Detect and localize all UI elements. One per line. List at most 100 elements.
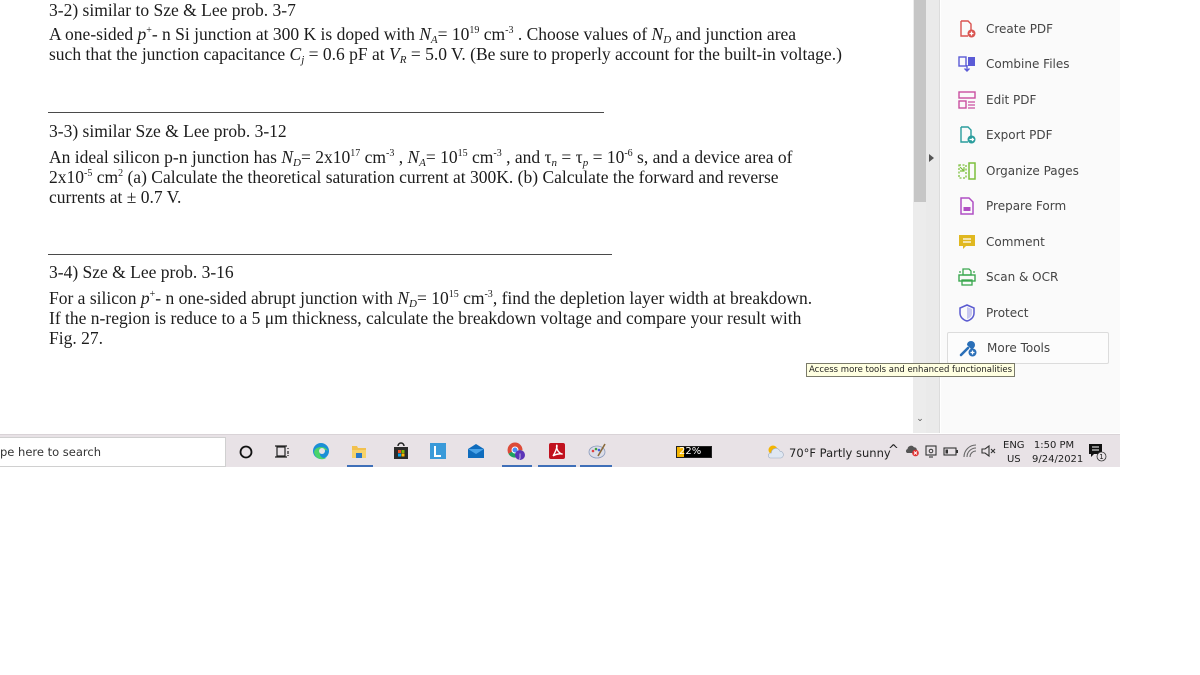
windows-taskbar: pe here to search J 22% 70°F Partly sunn… xyxy=(0,434,1120,467)
protect-icon xyxy=(958,304,976,322)
text-run: cm xyxy=(458,288,485,308)
text-run: cm xyxy=(479,24,506,44)
scan-ocr-icon xyxy=(958,268,976,286)
file-explorer-icon[interactable] xyxy=(348,440,370,462)
problem-text-line: Fig. 27. xyxy=(49,328,812,348)
italic-symbol: N xyxy=(281,147,294,167)
tool-label: Organize Pages xyxy=(986,164,1079,178)
problem-text-line: 2x10-5 cm2 (a) Calculate the theoretical… xyxy=(49,167,793,187)
task-view-icon[interactable] xyxy=(272,440,294,462)
separator-line xyxy=(48,254,612,255)
organize-pages-icon xyxy=(958,162,976,180)
tool-export-pdf[interactable]: Export PDF xyxy=(947,119,1109,151)
pdf-document-view[interactable]: 3-2) similar to Sze & Lee prob. 3-7 A on… xyxy=(0,0,912,433)
tool-prepare-form[interactable]: Prepare Form xyxy=(947,190,1109,222)
cortana-icon[interactable] xyxy=(235,440,257,462)
text-run: = 10 xyxy=(437,24,470,44)
export-pdf-icon xyxy=(958,126,976,144)
italic-symbol: N xyxy=(651,24,664,44)
problem-heading: 3-2) similar to Sze & Lee prob. 3-7 xyxy=(49,0,296,20)
problem-text-line: such that the junction capacitance Cj = … xyxy=(49,44,842,66)
tool-more-tools[interactable]: More Tools xyxy=(947,332,1109,364)
clock-date: 9/24/2021 xyxy=(1032,454,1084,465)
problem-text-line: A one-sided p+- n Si junction at 300 K i… xyxy=(49,24,842,46)
italic-symbol: N xyxy=(419,24,431,44)
italic-symbol: N xyxy=(397,288,409,308)
battery-percent-label: 22% xyxy=(679,446,702,457)
text-run: = 10 xyxy=(416,288,449,308)
weather-text[interactable]: 70°F Partly sunny xyxy=(789,446,891,460)
text-run: An ideal silicon p-n junction has xyxy=(49,147,282,167)
tool-create-pdf[interactable]: Create PDF xyxy=(947,13,1109,45)
paint-icon[interactable] xyxy=(586,440,608,462)
problem-heading: 3-4) Sze & Lee prob. 3-16 xyxy=(49,262,234,282)
problem-text-line: An ideal silicon p-n junction has ND= 2x… xyxy=(49,147,793,169)
text-run: s, and a device area of xyxy=(632,147,793,167)
meet-now-icon[interactable] xyxy=(924,443,938,459)
text-run: and junction area xyxy=(671,24,797,44)
microsoft-store-icon[interactable] xyxy=(390,440,412,462)
text-run: For a silicon xyxy=(49,288,141,308)
create-pdf-icon xyxy=(958,20,976,38)
tool-label: Create PDF xyxy=(986,22,1054,36)
action-center-icon[interactable]: 1 xyxy=(1086,441,1108,463)
tool-label: Protect xyxy=(986,306,1029,320)
region-code: US xyxy=(1006,454,1021,465)
italic-symbol: p xyxy=(140,288,150,308)
superscript: 17 xyxy=(350,148,361,159)
tool-combine-files[interactable]: Combine Files xyxy=(947,48,1109,80)
scroll-down-arrow-icon[interactable]: ⌄ xyxy=(914,412,926,426)
battery-indicator[interactable]: 22% xyxy=(676,446,712,458)
svg-text:J: J xyxy=(518,453,521,460)
tool-edit-pdf[interactable]: Edit PDF xyxy=(947,84,1109,116)
battery-tray-icon[interactable] xyxy=(943,444,959,458)
text-run: If the n-region is reduce to a 5 μm thic… xyxy=(49,308,802,328)
tool-comment[interactable]: Comment xyxy=(947,226,1109,258)
edge-browser-icon[interactable] xyxy=(310,440,332,462)
text-run: Fig. 27. xyxy=(49,328,103,348)
text-run: such that the junction capacitance xyxy=(49,44,290,64)
input-language[interactable]: ENG US xyxy=(1003,439,1025,467)
volume-muted-icon[interactable] xyxy=(980,443,998,459)
text-run: cm xyxy=(467,147,494,167)
edit-pdf-icon xyxy=(958,91,976,109)
expand-arrow-icon[interactable] xyxy=(929,154,934,162)
comment-icon xyxy=(958,233,976,251)
problem-text-line: currents at ± 0.7 V. xyxy=(49,187,793,207)
clock[interactable]: 1:50 PM 9/24/2021 xyxy=(1032,439,1084,467)
text-run: = 10 xyxy=(588,147,625,167)
show-hidden-icons-chevron-icon[interactable]: ^ xyxy=(888,443,899,458)
active-app-indicator xyxy=(538,465,576,467)
tool-label: More Tools xyxy=(987,341,1051,355)
superscript: 15 xyxy=(457,148,468,159)
italic-symbol: N xyxy=(407,147,420,167)
tool-protect[interactable]: Protect xyxy=(947,297,1109,329)
taskbar-search-input[interactable]: pe here to search xyxy=(0,437,226,467)
chrome-icon[interactable]: J xyxy=(505,440,527,462)
scrollbar-thumb[interactable] xyxy=(914,0,926,202)
mail-icon[interactable] xyxy=(465,440,487,462)
onedrive-error-icon[interactable] xyxy=(904,442,920,458)
problem-text-line: For a silicon p+- n one-sided abrupt jun… xyxy=(49,288,812,310)
more-tools-icon xyxy=(959,339,977,357)
problem-3-4: 3-4) Sze & Lee prob. 3-16 For a silicon … xyxy=(49,262,812,348)
text-run: 2x10 xyxy=(49,167,84,187)
tool-label: Export PDF xyxy=(986,128,1053,142)
wifi-icon[interactable] xyxy=(962,443,978,459)
superscript: 19 xyxy=(469,25,480,36)
weather-icon[interactable] xyxy=(764,441,786,463)
tool-label: Combine Files xyxy=(986,57,1070,71)
tool-scan-ocr[interactable]: Scan & OCR xyxy=(947,261,1109,293)
acrobat-icon[interactable] xyxy=(546,440,568,462)
tool-organize-pages[interactable]: Organize Pages xyxy=(947,155,1109,187)
lync-icon[interactable] xyxy=(427,440,449,462)
active-app-indicator xyxy=(580,465,612,467)
tooltip: Access more tools and enhanced functiona… xyxy=(806,363,1016,377)
text-run: currents at ± 0.7 V. xyxy=(49,187,182,207)
problem-3-2: 3-2) similar to Sze & Lee prob. 3-7 A on… xyxy=(49,0,842,66)
text-run: , xyxy=(394,147,408,167)
text-run: , and τ xyxy=(501,147,552,167)
text-run: = 0.6 pF at xyxy=(304,44,390,64)
tool-label: Comment xyxy=(986,235,1045,249)
problem-text-line: If the n-region is reduce to a 5 μm thic… xyxy=(49,308,812,328)
